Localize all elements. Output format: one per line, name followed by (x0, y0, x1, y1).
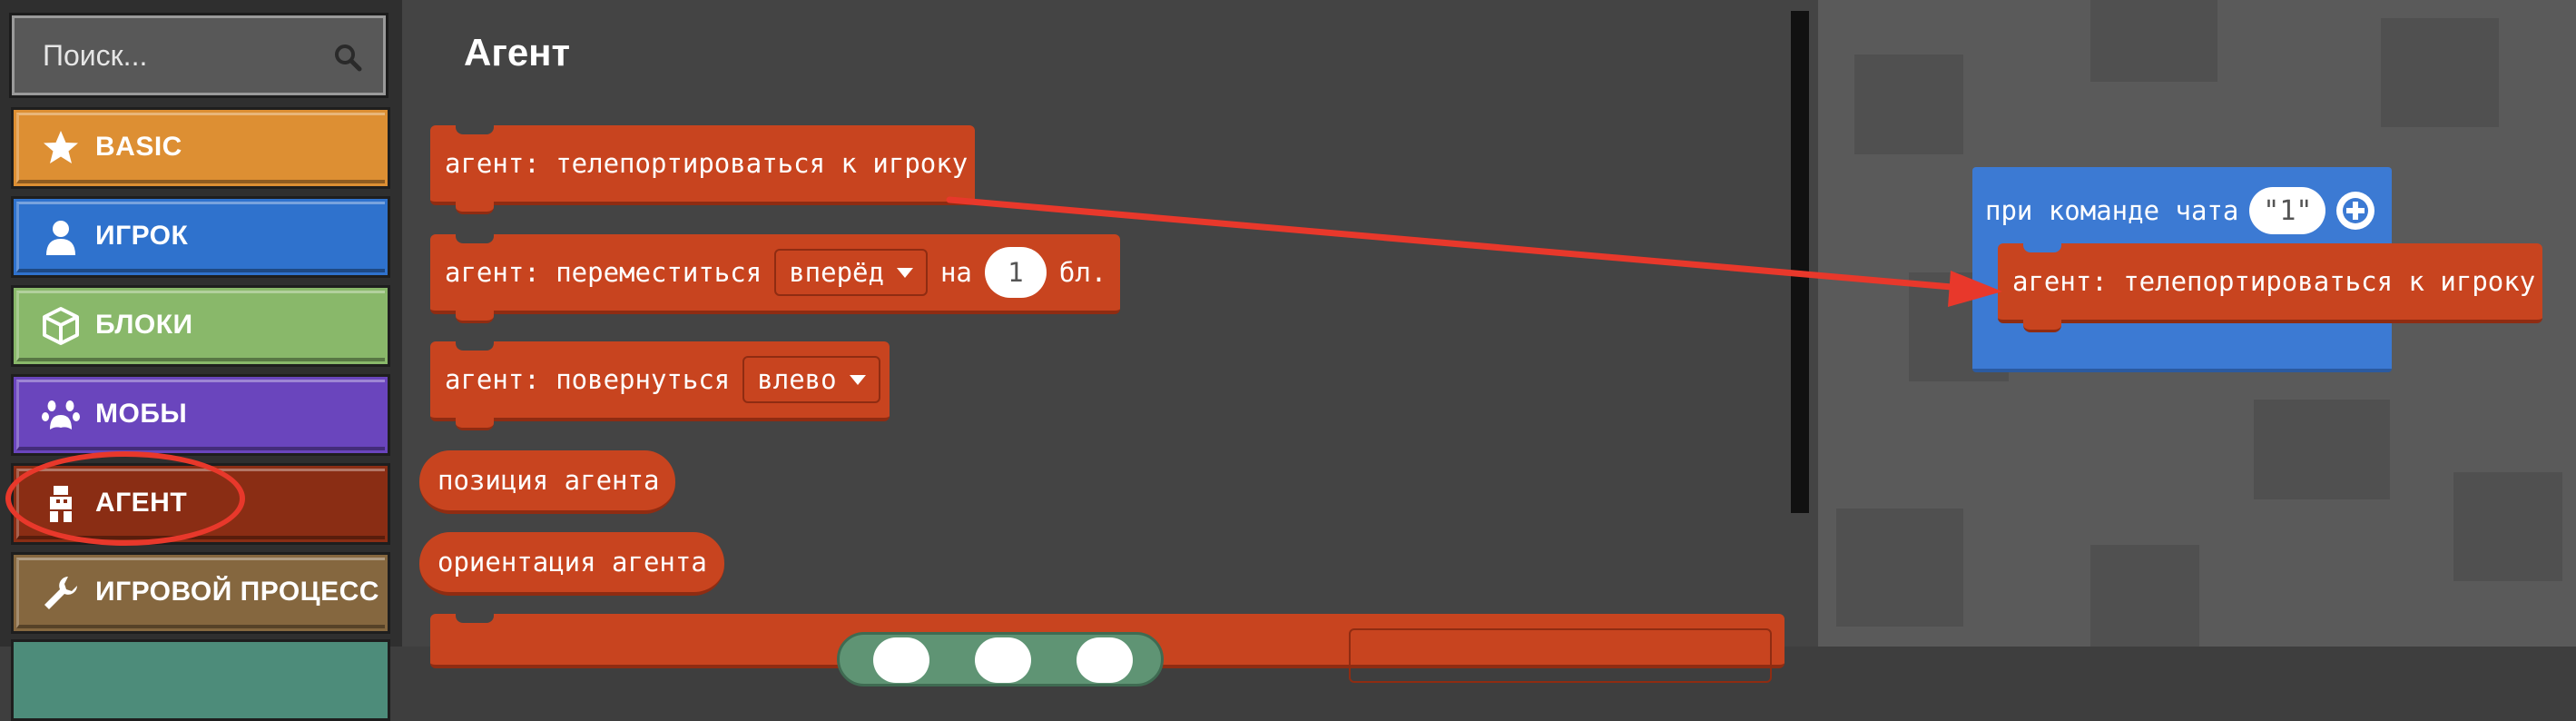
category-next-partial[interactable] (11, 639, 390, 721)
annotation-arrow (946, 196, 2002, 307)
